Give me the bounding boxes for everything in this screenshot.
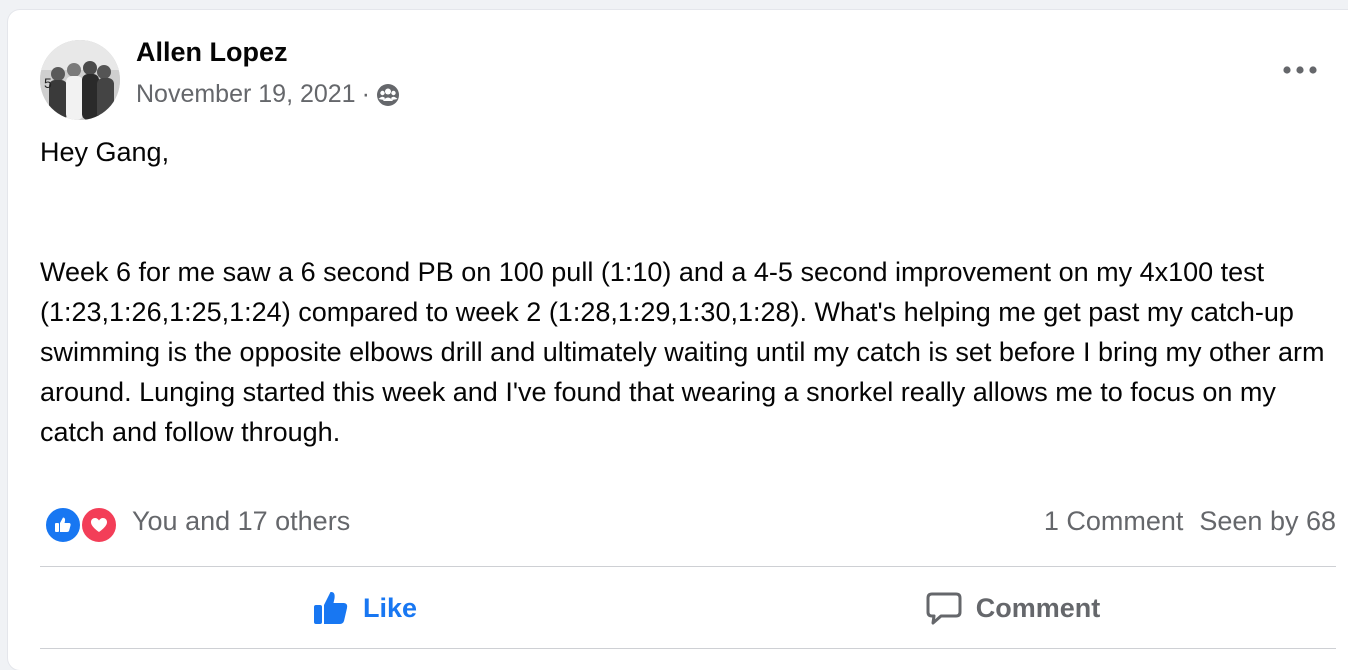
comment-count[interactable]: 1 Comment [1044,506,1184,537]
author-name[interactable]: Allen Lopez [136,37,288,68]
svg-text:5: 5 [44,75,52,91]
like-reaction-icon [44,506,82,544]
reactions-row: You and 17 others 1 Comment Seen by 68 [40,504,1336,544]
post-meta: November 19, 2021 · [136,80,400,109]
avatar[interactable]: 5 [40,40,120,120]
post-greeting: Hey Gang, [40,137,170,167]
like-label: Like [362,592,418,623]
thumbs-up-icon [311,588,351,628]
post-body: Week 6 for me saw a 6 second PB on 100 p… [40,257,1325,447]
reaction-summary[interactable]: You and 17 others [132,506,350,537]
comment-button[interactable]: Comment [688,580,1336,636]
comment-icon [924,588,964,628]
post-date[interactable]: November 19, 2021 [136,80,356,109]
divider [40,648,1336,649]
avatar-photo: 5 [40,40,120,120]
like-button[interactable]: Like [40,580,688,636]
reaction-icons[interactable] [44,506,118,544]
meta-separator: · [361,80,370,108]
group-icon[interactable] [376,83,400,107]
post-stats: 1 Comment Seen by 68 [1044,506,1336,537]
comment-label: Comment [975,592,1101,623]
more-options-icon[interactable] [1278,56,1322,84]
love-reaction-icon [80,506,118,544]
divider [40,566,1336,567]
post-card: 5 Allen Lopez November 19, 2021 · Hey Ga… [8,10,1348,670]
post-text: Hey Gang, Week 6 for me saw a 6 second P… [40,132,1330,452]
seen-count[interactable]: Seen by 68 [1199,506,1336,537]
